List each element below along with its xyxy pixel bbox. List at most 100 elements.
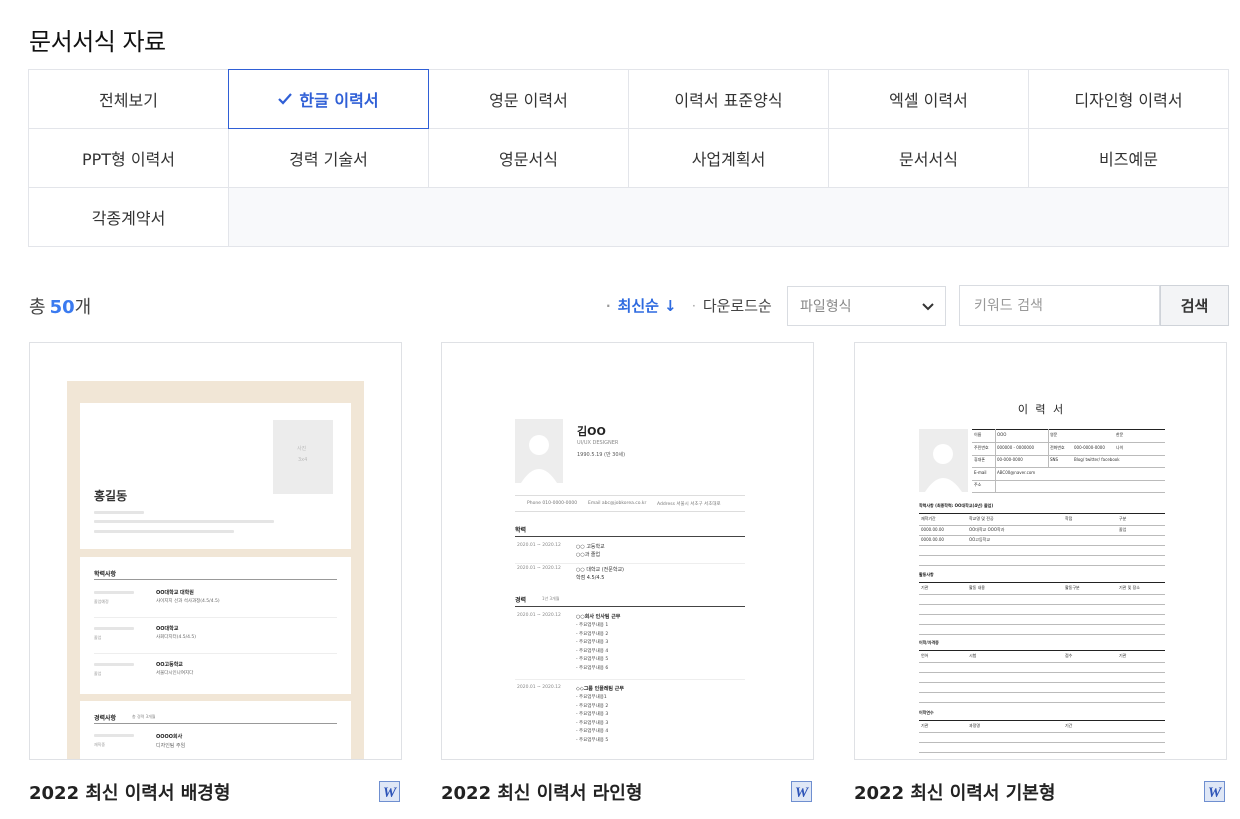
category-label: 비즈예문	[1099, 150, 1158, 169]
category-tab[interactable]: PPT형 이력서	[29, 129, 229, 188]
resume-preview-background: 사진 3x4 홍길동 학력사항 졸업예정 OO대학교 대학원 사이지지 선과 석사과…	[67, 381, 364, 759]
placeholder-bar	[94, 591, 134, 594]
category-tab[interactable]: 사업계획서	[629, 129, 829, 188]
divider	[919, 702, 1165, 703]
category-label: 경력 기술서	[289, 150, 368, 169]
divider	[94, 653, 337, 654]
divider	[919, 682, 1165, 683]
resume-title: 이 력 서	[1017, 403, 1066, 416]
category-label: 영문서식	[499, 150, 558, 169]
page-title: 문서서식 자료	[29, 28, 166, 56]
preview-text: ◇◇그룹 인플레팀 근무	[576, 686, 624, 692]
divider	[995, 429, 996, 492]
divider	[972, 492, 1165, 493]
divider	[515, 563, 745, 564]
category-label: PPT형 이력서	[81, 150, 176, 169]
preview-text: 졸업예정	[94, 599, 109, 604]
file-type-select[interactable]: 파일형식	[787, 286, 946, 326]
card-title[interactable]: 2022 최신 이력서 라인형	[441, 779, 642, 805]
preview-text: 학력사항 (최종학력: OO대학교(4년) 졸업)	[919, 503, 994, 508]
keyword-search-input[interactable]	[959, 285, 1160, 326]
category-tab[interactable]: 엑셀 이력서	[829, 70, 1029, 129]
preview-text: 주소	[974, 482, 982, 487]
preview-text: E-mail	[974, 469, 987, 475]
photo-placeholder: 사진 3x4	[273, 420, 333, 494]
preview-text: 학점	[1065, 516, 1073, 521]
preview-text: - 주요업무내용 4	[576, 648, 609, 654]
category-tab[interactable]: 문서서식	[829, 129, 1029, 188]
preview-text: OO고등학교	[156, 662, 183, 668]
preview-text: ○○과 졸업	[576, 552, 601, 558]
divider	[919, 634, 1165, 635]
preview-text: 사이지지 선과 석사과정(4.5/4.5)	[156, 599, 220, 604]
preview-text: 학점 4.5/4.5	[576, 575, 605, 581]
category-tab[interactable]: 각종계약서	[29, 188, 229, 247]
category-label: 한글 이력서	[299, 91, 379, 110]
preview-text: 000000 - 0000000	[997, 444, 1035, 450]
card-title[interactable]: 2022 최신 이력서 배경형	[29, 779, 230, 805]
search-button[interactable]: 검색	[1160, 285, 1229, 326]
preview-text: - 주요업무내용1	[576, 695, 607, 700]
preview-text: 2020.01 ~ 2020.12	[517, 543, 561, 548]
card-title[interactable]: 2022 최신 이력서 기본형	[854, 779, 1055, 805]
preview-text: 활동사항	[919, 572, 934, 577]
preview-text: 서울다시인나여지다	[156, 671, 194, 676]
template-thumbnail[interactable]: 김OO UI/UX DESIGNER 1990.5.19 (만 30세) Pho…	[441, 342, 814, 760]
preview-text: 휴대폰	[974, 457, 986, 462]
table-border	[919, 650, 1165, 651]
divider	[972, 467, 1165, 468]
total-count-label: 총 50개	[29, 297, 92, 318]
preview-text: 활동 내용	[969, 585, 985, 590]
preview-text: - 주요업무내용 5	[576, 737, 609, 743]
sort-downloads-label: 다운로드순	[702, 297, 772, 315]
preview-text: 재학기간	[921, 516, 936, 521]
category-tab[interactable]: 영문서식	[429, 129, 629, 188]
sort-latest[interactable]: · 최신순 ↓	[606, 295, 677, 316]
divider	[919, 672, 1165, 673]
category-tab[interactable]: 전체보기	[29, 70, 229, 129]
preview-text: 나이	[1116, 444, 1124, 450]
category-tab[interactable]: 영문 이력서	[429, 70, 629, 129]
word-doc-icon[interactable]: W	[1204, 781, 1225, 802]
preview-text: - 주요업무내용 3	[576, 712, 609, 717]
preview-text: 한문	[1116, 432, 1124, 437]
category-tab[interactable]: 디자인형 이력서	[1029, 70, 1229, 129]
photo-placeholder	[919, 429, 968, 492]
divider	[972, 442, 1165, 443]
category-label: 문서서식	[899, 150, 958, 169]
preview-text: 사회다지터(4.5/4.5)	[156, 635, 197, 640]
category-tab[interactable]: 이력서 표준양식	[629, 70, 829, 129]
preview-text: OO대학교 OOO학과	[969, 527, 1005, 532]
preview-text: 전화번호	[1050, 444, 1065, 450]
category-label: 사업계획서	[691, 150, 766, 169]
preview-text: - 주요업무내용 2	[576, 703, 609, 709]
preview-text: 언어	[921, 653, 929, 658]
category-label: 각종계약서	[91, 209, 166, 228]
preview-text: OO고등학교	[969, 537, 991, 542]
word-doc-icon[interactable]: W	[379, 781, 400, 802]
preview-text: 2020.01 ~ 2020.12	[517, 566, 561, 571]
category-tab[interactable]: 경력 기술서	[229, 129, 429, 188]
preview-text: - 주요업무내용 2	[576, 631, 609, 637]
category-tab[interactable]: 한글 이력서	[228, 69, 429, 129]
table-border	[972, 429, 1165, 430]
placeholder-bar	[94, 627, 134, 630]
divider	[919, 535, 1165, 536]
preview-text: 0000.00.00	[921, 527, 944, 532]
preview-text: 학교명 및 전공	[969, 516, 994, 521]
preview-text: 주민번호	[974, 444, 989, 450]
template-thumbnail[interactable]: 이 력 서 이름 OOO 주민번호 000000 - 0000000 휴대폰 00-000…	[854, 342, 1227, 760]
sort-downloads[interactable]: · 다운로드순	[692, 295, 772, 316]
preview-text: 2020.01 ~ 2020.12	[517, 685, 561, 690]
preview-text: 기관	[1119, 653, 1127, 658]
preview-text: ABC00@naver.com	[997, 469, 1036, 475]
word-doc-icon[interactable]: W	[791, 781, 812, 802]
divider	[1048, 429, 1049, 467]
category-tab[interactable]: 비즈예문	[1029, 129, 1229, 188]
preview-text: - 주요업무내용 5	[576, 657, 609, 662]
preview-text: 이름	[974, 432, 982, 437]
chevron-down-icon	[920, 298, 936, 318]
checkmark-icon	[278, 93, 293, 105]
template-thumbnail[interactable]: 사진 3x4 홍길동 학력사항 졸업예정 OO대학교 대학원 사이지지 선과 석사과…	[29, 342, 402, 760]
divider	[972, 454, 1165, 456]
